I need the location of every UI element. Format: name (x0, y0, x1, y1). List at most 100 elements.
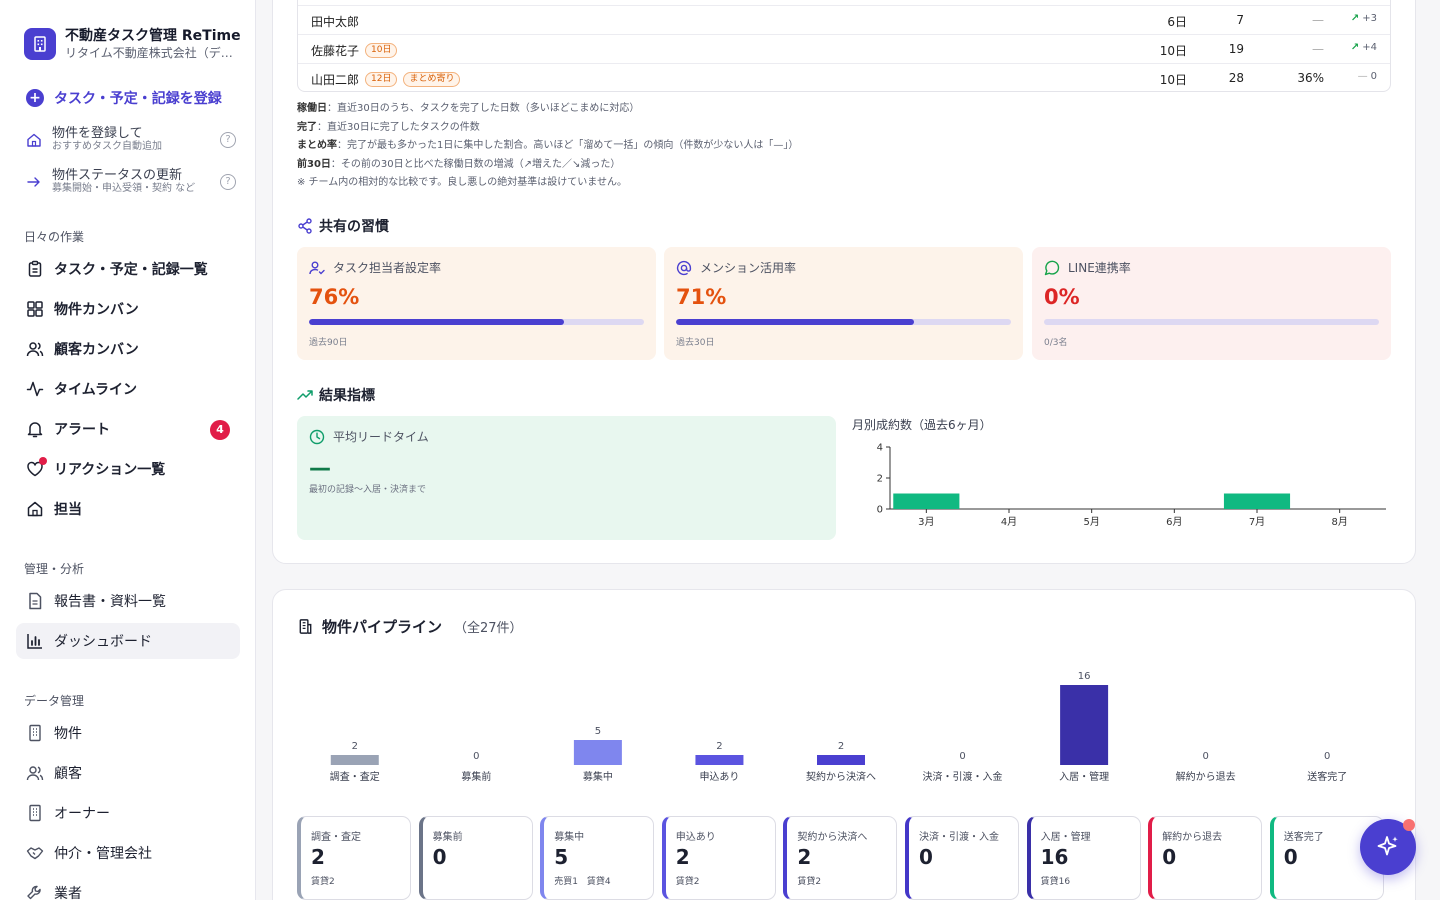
team-activity-table: 田中太郎 6日 7 — ↗ +3 佐藤花子 10日 10日 19 — ↗ +4 山田二… (297, 0, 1391, 92)
batch-ratio: — (1312, 42, 1324, 56)
pipeline-category-label: 送客完了 (1307, 770, 1347, 783)
brand[interactable]: 不動産タスク管理 ReTime リタイム不動産株式会社（デ… (24, 24, 244, 64)
nav-item-vendors[interactable]: 業者 (16, 875, 240, 900)
nav-label: 物件 (54, 726, 82, 742)
x-tick-label: 7月 (1249, 516, 1265, 528)
stage-value: 0 (432, 845, 447, 869)
stage-name: 募集前 (432, 832, 463, 843)
register-task-button[interactable]: + タスク・予定・記録を登録 (26, 88, 222, 108)
stage-card[interactable]: 解約から退去 0 (1148, 816, 1263, 900)
stage-card[interactable]: 決済・引渡・入金 0 (905, 816, 1019, 900)
nav-item-timeline[interactable]: タイムライン (16, 371, 240, 407)
stage-card[interactable]: 入居・管理 16 賃貸16 (1026, 816, 1141, 900)
section-label-admin: 管理・分析 (24, 562, 85, 576)
stage-name: 調査・査定 (311, 832, 361, 843)
lead-time-note: 最初の記録〜入居・決済まで (309, 485, 427, 495)
section-title-text: 共有の習慣 (319, 219, 389, 235)
nav-item-reports[interactable]: 報告書・資料一覧 (16, 583, 240, 619)
nav-item-reactions[interactable]: リアクション一覧 (16, 451, 240, 487)
nav-item-owners[interactable]: オーナー (16, 795, 240, 831)
stage-card[interactable]: 申込あり 2 賃貸2 (661, 816, 776, 900)
stage-detail: 賃貸16 (1040, 877, 1071, 887)
nav-item-assigned[interactable]: 担当 (16, 491, 240, 527)
nav-item-property-kanban[interactable]: 物件カンバン (16, 291, 240, 327)
metric-progress-bar (676, 319, 1011, 325)
pipeline-category-label: 解約から退去 (1176, 770, 1236, 783)
alert-count-badge: 4 (210, 420, 230, 440)
y-tick-label: 2 (877, 474, 883, 485)
pipeline-value-label: 0 (473, 751, 479, 762)
pipeline-category-label: 申込あり (699, 770, 739, 783)
note-text: ※ チーム内の相対的な比較です。良し悪しの絶対基準は設けていません。 (297, 177, 627, 188)
stage-name: 募集中 (554, 832, 585, 843)
pipeline-bar-chart: 2 調査・査定 0 募集前 5 募集中 2 申込あり 2 契約から決済へ 0 決済・引渡・入金 16 入居… (330, 671, 1347, 783)
stage-detail: 売買1 賃貸4 (554, 877, 611, 887)
note-line: 前30日：その前の30日と比べた稼働日数の増減（↗増えた／↘減った） (297, 156, 798, 175)
stage-card[interactable]: 契約から決済へ 2 賃貸2 (783, 816, 898, 900)
nav-label: 顧客 (54, 766, 82, 782)
pipeline-category-label: 募集前 (461, 770, 491, 783)
note-text: ：直近30日に完了したタスクの件数 (317, 121, 480, 133)
pipeline-category-label: 調査・査定 (330, 770, 380, 783)
stage-value: 2 (675, 845, 690, 869)
note-term: まとめ率 (297, 140, 337, 151)
help-icon[interactable]: ? (220, 131, 236, 148)
nav-item-dashboard[interactable]: ダッシュボード (16, 623, 240, 659)
pipeline-value-label: 2 (716, 741, 722, 752)
nav-label: アラート (54, 422, 110, 438)
register-property-title: 物件を登録して (52, 126, 143, 141)
batch-tag: まとめ寄り (403, 72, 461, 87)
nav-label: 物件カンバン (54, 302, 139, 318)
app-title: 不動産タスク管理 ReTime (65, 28, 241, 44)
pipeline-bar (1060, 685, 1109, 765)
clock-icon (309, 429, 325, 444)
batch-ratio: — (1312, 13, 1324, 27)
stage-value: 2 (797, 845, 812, 869)
help-icon[interactable]: ? (220, 173, 236, 190)
member-name: 山田二郎 (311, 73, 360, 87)
nav-label: タスク・予定・記録一覧 (54, 262, 208, 278)
chart-bar (893, 493, 960, 509)
grid-icon (27, 301, 43, 317)
active-days: 10日 (1159, 44, 1187, 58)
table-row[interactable]: 田中太郎 6日 7 — ↗ +3 (298, 5, 1390, 34)
chart-bar (1223, 493, 1291, 509)
metric-progress-bar (309, 319, 644, 325)
pipeline-category-label: 入居・管理 (1059, 770, 1109, 783)
stage-name: 契約から決済へ (797, 832, 868, 843)
nav-item-agencies[interactable]: 仲介・管理会社 (16, 835, 240, 871)
trend-up-icon: ↗ (1350, 42, 1360, 53)
pipeline-category-label: 決済・引渡・入金 (923, 770, 1003, 783)
x-tick-label: 4月 (1001, 516, 1017, 528)
nav-item-customers[interactable]: 顧客 (16, 755, 240, 791)
y-tick-label: 4 (877, 443, 883, 454)
update-property-status-action[interactable]: 物件ステータスの更新 募集開始・申込受領・契約 など ? (26, 168, 236, 195)
sparkles-icon (1377, 836, 1398, 856)
stage-value: 2 (311, 845, 325, 869)
note-term: 完了 (297, 121, 317, 133)
trend-value: 0 (1370, 71, 1377, 82)
completed-count: 7 (1236, 13, 1244, 27)
monthly-contracts-chart: 0 2 4 3月 4月 5月 6月 7月 8月 (877, 443, 1386, 528)
nav-item-alerts[interactable]: アラート 4 (16, 411, 240, 447)
stage-detail: 賃貸2 (797, 877, 822, 887)
pipeline-bar (573, 740, 622, 765)
nav-item-task-list[interactable]: タスク・予定・記録一覧 (16, 251, 240, 287)
table-row[interactable]: 佐藤花子 10日 10日 19 — ↗ +4 (298, 34, 1390, 63)
stage-card[interactable]: 募集中 5 売買1 賃貸4 (540, 816, 655, 900)
register-property-action[interactable]: 物件を登録して おすすめタスク自動追加 ? (26, 126, 236, 153)
table-row[interactable]: 山田二郎 12日 まとめ寄り 10日 28 36% —0 (298, 63, 1390, 91)
pipeline-value-label: 16 (1078, 671, 1091, 682)
stage-card[interactable]: 募集前 0 (418, 816, 533, 900)
clipboard-icon (28, 260, 42, 277)
nav-item-customer-kanban[interactable]: 顧客カンバン (16, 331, 240, 367)
stage-card[interactable]: 調査・査定 2 賃貸2 (297, 816, 411, 900)
days-tag: 12日 (365, 72, 398, 87)
users-icon (26, 342, 44, 357)
nav-label: 仲介・管理会社 (54, 846, 152, 862)
notification-dot (1403, 819, 1415, 831)
completed-count: 28 (1228, 71, 1244, 85)
nav-item-properties[interactable]: 物件 (16, 715, 240, 751)
pipeline-value-label: 0 (1202, 751, 1208, 762)
trend-value: +3 (1362, 13, 1377, 24)
